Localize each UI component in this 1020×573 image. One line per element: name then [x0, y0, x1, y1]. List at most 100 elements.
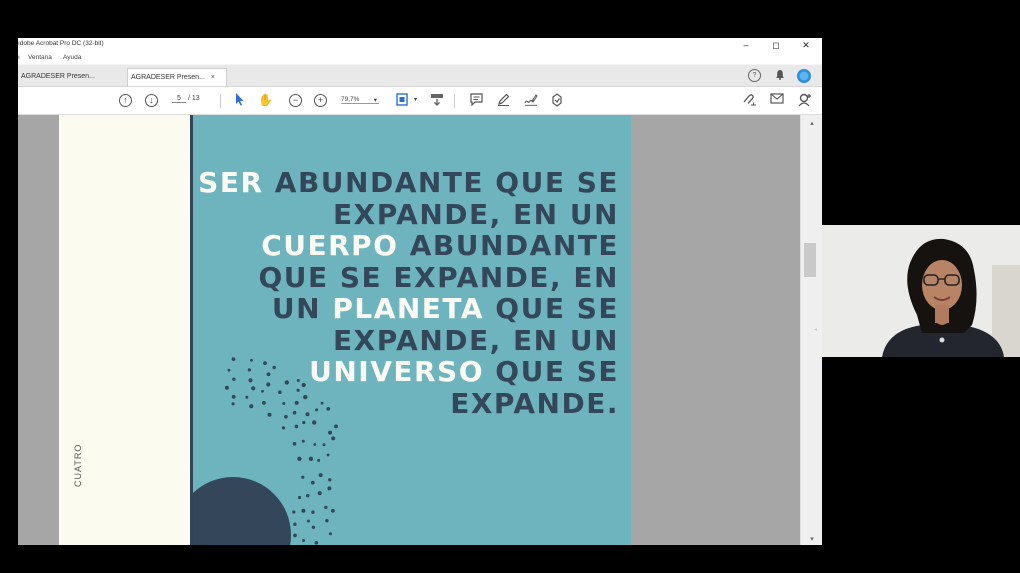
zoom-out-icon[interactable]: −: [289, 94, 302, 107]
quote-segment: EXPANDE.: [450, 386, 619, 420]
share-link-icon[interactable]: [742, 93, 757, 108]
decorative-dot: [263, 361, 267, 365]
account-icon[interactable]: [797, 69, 811, 83]
decorative-dot: [296, 388, 300, 392]
decorative-dot: [292, 510, 296, 514]
decorative-dot: [327, 486, 332, 491]
decorative-dot: [293, 522, 297, 526]
select-cursor-icon[interactable]: [232, 93, 247, 108]
chevron-down-icon[interactable]: ▾: [408, 93, 423, 108]
tab-document-2[interactable]: AGRADESER Presen... ×: [127, 68, 227, 86]
comment-icon[interactable]: [469, 93, 484, 108]
quote-highlight-word: PLANETA: [332, 292, 485, 325]
decorative-dot: [293, 533, 297, 538]
quote-line: EXPANDE, EN UN: [193, 198, 619, 231]
hand-tool-icon[interactable]: ✋: [258, 93, 273, 108]
scrollbar-thumb[interactable]: [804, 243, 816, 277]
decorative-dot: [272, 365, 276, 370]
decorative-dot: [317, 458, 321, 462]
mail-icon[interactable]: [769, 93, 784, 108]
decorative-dot: [294, 400, 299, 405]
chevron-down-icon: ▾: [373, 97, 377, 104]
decorative-circle: [193, 477, 291, 545]
decorative-dot: [294, 424, 299, 429]
decorative-dot: [306, 519, 310, 523]
pen-icon[interactable]: [496, 93, 511, 108]
decorative-dots: [193, 357, 338, 545]
minimize-button[interactable]: –: [731, 38, 761, 52]
decorative-dot: [328, 532, 332, 536]
menu-item-ventana[interactable]: Ventana: [28, 54, 52, 61]
tab-label: AGRADESER Presen...: [131, 74, 205, 81]
quote-segment: UN: [271, 292, 333, 325]
decorative-dot: [317, 491, 322, 496]
decorative-dot: [251, 386, 256, 391]
decorative-dot: [284, 414, 288, 419]
decorative-dot: [278, 390, 282, 394]
scroll-up-icon[interactable]: ▴: [801, 119, 822, 127]
decorative-dot: [328, 478, 332, 482]
stamp-icon[interactable]: [549, 93, 564, 108]
page-down-icon[interactable]: ↓: [145, 94, 158, 107]
zoom-select[interactable]: 79,7% ▾: [341, 96, 379, 104]
quote-line: CUERPO ABUNDANTE: [193, 230, 619, 262]
tab-bar: AGRADESER Presen... AGRADESER Presen... ×…: [18, 65, 822, 87]
tab-close-icon[interactable]: ×: [211, 74, 215, 81]
decorative-dot: [320, 401, 324, 405]
decorative-dot: [231, 394, 236, 399]
decorative-dot: [308, 456, 314, 461]
quote-segment: QUE SE: [484, 355, 619, 388]
quote-segment: ABUNDANTE QUE SE: [263, 166, 619, 199]
menu-item-partial[interactable]: ı: [18, 54, 20, 61]
decorative-dot: [267, 412, 272, 417]
quote-segment: QUE SE: [484, 292, 619, 325]
quote-highlight-word: SER: [198, 166, 264, 199]
decorative-dot: [247, 368, 251, 372]
decorative-dot: [249, 404, 254, 409]
sign-icon[interactable]: [523, 93, 538, 108]
scroll-mode-icon[interactable]: [429, 93, 444, 108]
maximize-button[interactable]: ◻: [761, 38, 791, 52]
decorative-dot: [324, 505, 328, 510]
close-window-button[interactable]: ✕: [791, 38, 821, 52]
quote-segment: ABUNDANTE: [398, 229, 619, 262]
decorative-dot: [297, 456, 302, 461]
zoom-value: 79,7%: [341, 96, 360, 103]
help-icon[interactable]: ?: [748, 69, 761, 82]
quote-segment: EXPANDE, EN UN: [332, 323, 619, 357]
page-total: / 13: [187, 95, 200, 102]
scroll-down-icon[interactable]: ▾: [801, 535, 822, 543]
decorative-dot: [227, 368, 231, 372]
decorative-dot: [266, 382, 271, 387]
panel-expand-icon[interactable]: ◂: [814, 326, 817, 333]
decorative-dot: [245, 395, 249, 399]
vertical-scrollbar[interactable]: ▴ ▾: [800, 115, 822, 545]
bell-icon[interactable]: [773, 69, 786, 82]
decorative-dot: [311, 525, 316, 529]
decorative-dot: [305, 412, 310, 417]
presenter-video: [822, 225, 1020, 357]
document-viewport[interactable]: CUATRO SER ABUNDANTE QUE SE EXPANDE, EN U…: [18, 115, 800, 545]
quote-line: QUE SE EXPANDE, EN: [193, 261, 619, 294]
decorative-dot: [248, 378, 253, 383]
add-user-icon[interactable]: [797, 93, 812, 108]
tab-document-1[interactable]: AGRADESER Presen...: [18, 68, 114, 86]
decorative-dot: [318, 473, 323, 478]
menu-item-ayuda[interactable]: Ayuda: [63, 54, 81, 61]
quote-line: SER ABUNDANTE QUE SE: [193, 167, 619, 199]
side-label: CUATRO: [73, 443, 83, 487]
decorative-dot: [282, 402, 286, 405]
decorative-dot: [326, 407, 331, 411]
current-page-input[interactable]: 5: [172, 95, 186, 103]
quote-line: EXPANDE, EN UN: [193, 323, 619, 357]
decorative-dot: [314, 541, 319, 545]
decorative-dot: [331, 436, 336, 441]
zoom-in-icon[interactable]: +: [314, 94, 327, 107]
decorative-dot: [302, 539, 306, 542]
page-cream-panel: CUATRO: [59, 115, 190, 545]
page-up-icon[interactable]: ↑: [119, 94, 132, 107]
decorative-dot: [310, 480, 315, 485]
decorative-dot: [322, 443, 326, 447]
webcam-video-feed: [822, 225, 1020, 357]
decorative-dot: [313, 443, 317, 446]
